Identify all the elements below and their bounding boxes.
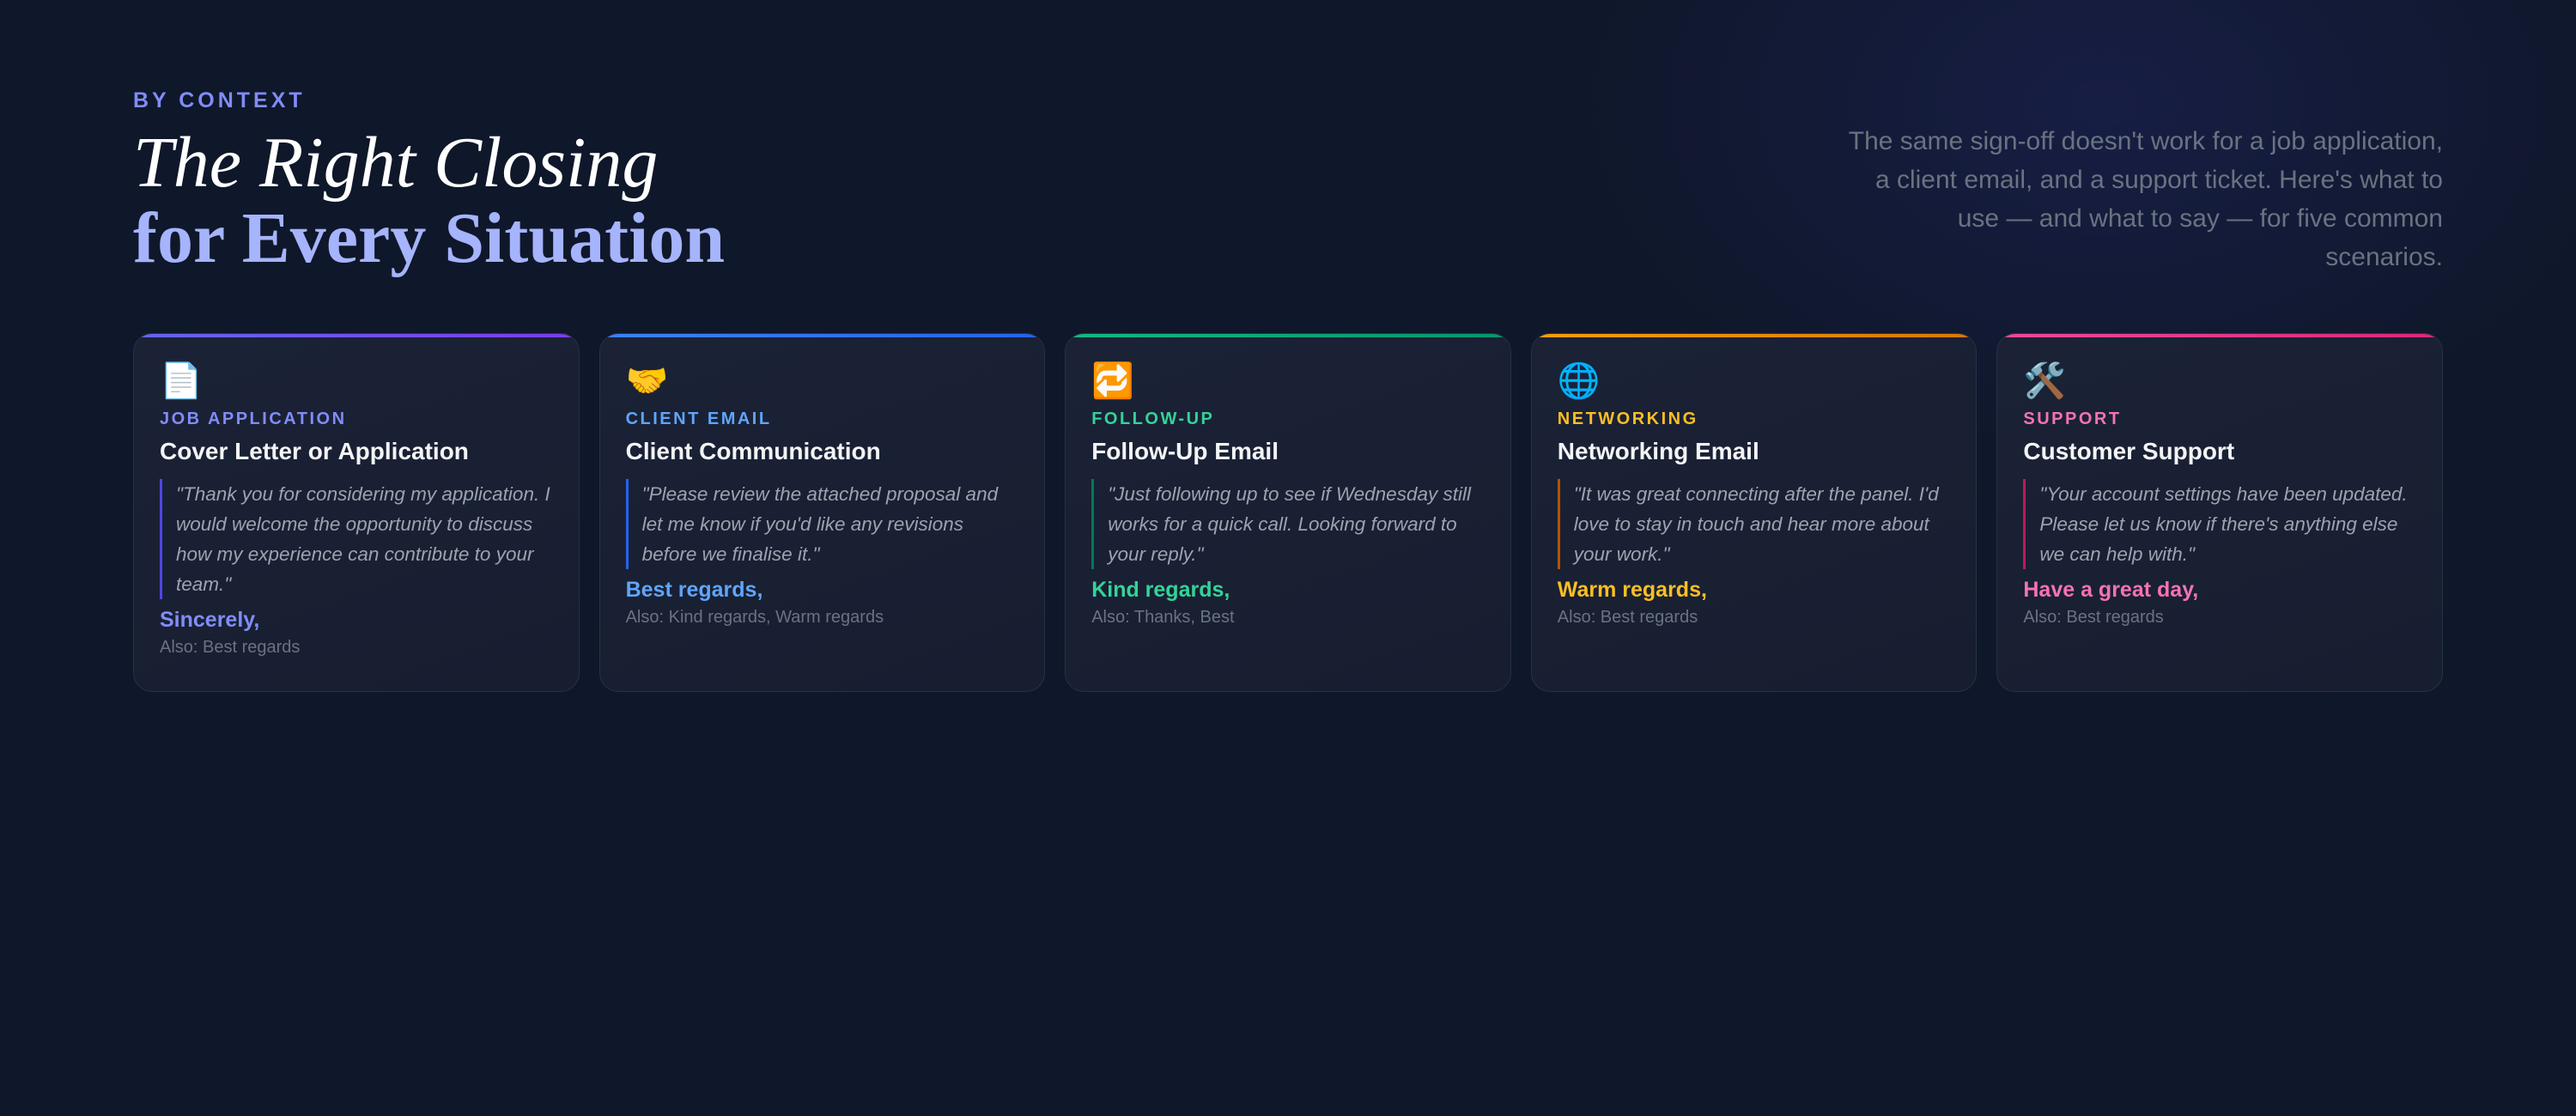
card-quote: "Please review the attached proposal and…: [625, 479, 1019, 569]
page: BY CONTEXT The Right Closing for Every S…: [133, 0, 2443, 1116]
card-accent-bar: [1531, 334, 1977, 337]
page-title-line1: The Right Closing: [133, 123, 659, 203]
card-tag: FOLLOW-UP: [1091, 409, 1215, 428]
card-alternatives: Also: Best regards: [1557, 608, 1698, 627]
card-accent-bar: [599, 334, 1045, 337]
card-closing: Warm regards,: [1557, 578, 1707, 602]
document-icon: 📄: [160, 362, 203, 400]
card-alternatives: Also: Best regards: [160, 638, 301, 657]
globe-icon: 🌐: [1557, 362, 1601, 400]
page-title-line2: for Every Situation: [133, 198, 726, 278]
card-alternatives: Also: Kind regards, Warm regards: [625, 608, 884, 627]
card-closing: Sincerely,: [160, 608, 260, 632]
tools-icon: 🛠️: [2023, 362, 2067, 400]
card-tag: NETWORKING: [1557, 409, 1698, 428]
card-follow-up: 🔁 FOLLOW-UP Follow-Up Email "Just follow…: [1065, 333, 1511, 692]
card-title: Client Communication: [625, 438, 881, 464]
card-title: Customer Support: [2023, 438, 2235, 464]
card-title: Follow-Up Email: [1091, 438, 1279, 464]
card-support: 🛠️ SUPPORT Customer Support "Your accoun…: [1996, 333, 2443, 692]
card-row: 📄 JOB APPLICATION Cover Letter or Applic…: [133, 333, 2443, 694]
repeat-icon: 🔁: [1091, 362, 1134, 400]
card-networking: 🌐 NETWORKING Networking Email "It was gr…: [1530, 333, 1978, 692]
card-tag: SUPPORT: [2023, 409, 2122, 428]
card-quote: "It was great connecting after the panel…: [1557, 479, 1951, 569]
card-closing: Have a great day,: [2023, 578, 2199, 602]
intro-text: The same sign-off doesn't work for a job…: [1848, 127, 2443, 271]
card-tag: JOB APPLICATION: [160, 409, 347, 428]
card-closing: Best regards,: [625, 578, 763, 602]
card-tag: CLIENT EMAIL: [625, 409, 772, 428]
card-quote: "Just following up to see if Wednesday s…: [1091, 479, 1485, 569]
card-alternatives: Also: Best regards: [2023, 608, 2164, 627]
page-title: The Right Closing for Every Situation: [133, 125, 725, 276]
card-client-email: 🤝 CLIENT EMAIL Client Communication "Ple…: [598, 333, 1046, 692]
card-accent-bar: [1997, 334, 2442, 337]
handshake-icon: 🤝: [625, 362, 669, 400]
card-title: Networking Email: [1557, 438, 1759, 464]
card-closing: Kind regards,: [1091, 578, 1230, 602]
card-job-application: 📄 JOB APPLICATION Cover Letter or Applic…: [133, 333, 580, 692]
section-eyebrow: BY CONTEXT: [133, 88, 306, 112]
card-accent-bar: [134, 334, 579, 337]
card-accent-bar: [1066, 334, 1510, 337]
card-title: Cover Letter or Application: [160, 438, 469, 464]
card-quote: "Thank you for considering my applicatio…: [160, 479, 553, 599]
card-quote: "Your account settings have been updated…: [2023, 479, 2416, 569]
card-alternatives: Also: Thanks, Best: [1091, 608, 1235, 627]
